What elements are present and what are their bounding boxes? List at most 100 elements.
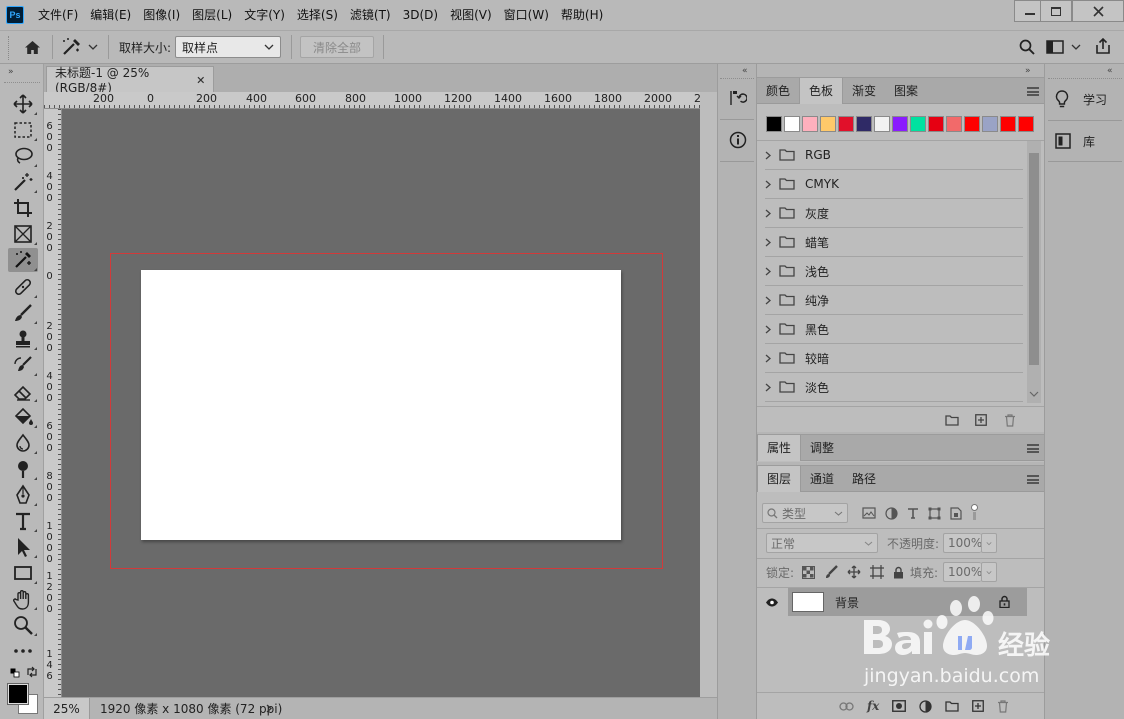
panel-tab[interactable]: 路径 bbox=[843, 466, 885, 492]
panel-grip[interactable] bbox=[1048, 78, 1122, 79]
fill-input[interactable]: 100% bbox=[943, 562, 982, 582]
menu-item[interactable]: 窗口(W) bbox=[498, 0, 555, 30]
history-brush-tool-button[interactable] bbox=[8, 353, 38, 377]
zoom-tool-button[interactable] bbox=[8, 613, 38, 637]
rectangle-tool-button[interactable] bbox=[8, 561, 38, 585]
menu-item[interactable]: 3D(D) bbox=[397, 0, 444, 30]
search-button[interactable] bbox=[1016, 36, 1038, 58]
brush-tool-button[interactable] bbox=[8, 301, 38, 325]
learn-panel-button[interactable]: 学习 bbox=[1055, 86, 1107, 112]
close-window-button[interactable] bbox=[1072, 0, 1124, 22]
chevron-right-icon[interactable] bbox=[765, 209, 775, 218]
swatches-scrollbar[interactable] bbox=[1027, 141, 1041, 403]
lock-image-pixels-icon[interactable] bbox=[824, 565, 838, 579]
delete-swatch-button[interactable] bbox=[1001, 411, 1019, 429]
opacity-dropdown[interactable] bbox=[981, 533, 997, 553]
adjustment-layer-filter-icon[interactable] bbox=[885, 506, 898, 520]
swap-colors-icon[interactable] bbox=[26, 666, 38, 678]
color-swatch[interactable] bbox=[892, 116, 908, 132]
new-adjustment-layer-icon[interactable] bbox=[919, 699, 932, 713]
expand-panels-icon[interactable]: « bbox=[742, 66, 748, 76]
menu-item[interactable]: 图层(L) bbox=[186, 0, 238, 30]
paint-bucket-tool-button[interactable] bbox=[8, 405, 38, 429]
share-button[interactable] bbox=[1092, 35, 1114, 57]
dodge-tool-button[interactable] bbox=[8, 457, 38, 481]
lock-artboard-icon[interactable] bbox=[870, 565, 884, 579]
panel-grip[interactable] bbox=[720, 78, 754, 79]
layer-effects-icon[interactable]: fx bbox=[867, 699, 879, 713]
type-layer-filter-icon[interactable] bbox=[907, 507, 919, 519]
document-tab[interactable]: 未标题-1 @ 25%(RGB/8#) bbox=[46, 66, 214, 95]
libraries-panel-button[interactable]: 库 bbox=[1055, 128, 1095, 154]
delete-layer-icon[interactable] bbox=[997, 699, 1009, 713]
layer-lock-icon[interactable] bbox=[999, 595, 1010, 608]
menu-item[interactable]: 选择(S) bbox=[291, 0, 344, 30]
blur-tool-button[interactable] bbox=[8, 431, 38, 455]
color-swatch[interactable] bbox=[802, 116, 818, 132]
panel-menu-icon[interactable] bbox=[1027, 475, 1039, 484]
panel-menu-icon[interactable] bbox=[1027, 87, 1039, 96]
panel-tab[interactable]: 渐变 bbox=[843, 78, 885, 104]
swatch-group[interactable]: 灰度 bbox=[765, 199, 1023, 228]
panel-tab[interactable]: 调整 bbox=[801, 435, 843, 461]
close-icon[interactable] bbox=[197, 76, 205, 84]
layer-visibility-toggle[interactable] bbox=[757, 588, 787, 616]
color-swatch[interactable] bbox=[766, 116, 782, 132]
panel-menu-icon[interactable] bbox=[1027, 444, 1039, 453]
swatch-group[interactable]: 淡色 bbox=[765, 373, 1023, 402]
workspace-switcher[interactable] bbox=[1046, 36, 1081, 58]
menu-item[interactable]: 图像(I) bbox=[137, 0, 186, 30]
color-swatch[interactable] bbox=[856, 116, 872, 132]
document-canvas[interactable] bbox=[141, 270, 621, 540]
status-menu-button[interactable] bbox=[266, 698, 272, 719]
swatch-group[interactable]: 较暗 bbox=[765, 344, 1023, 373]
history-panel-button[interactable] bbox=[727, 86, 749, 110]
color-swatch[interactable] bbox=[946, 116, 962, 132]
default-colors-icon[interactable] bbox=[10, 668, 20, 678]
blend-mode-select[interactable]: 正常 bbox=[766, 533, 878, 553]
stamp-tool-button[interactable] bbox=[8, 327, 38, 351]
magic-wand-tool-button[interactable] bbox=[8, 170, 38, 194]
chevron-right-icon[interactable] bbox=[765, 238, 775, 247]
fill-dropdown[interactable] bbox=[981, 562, 997, 582]
swatch-group[interactable]: 蜡笔 bbox=[765, 228, 1023, 257]
swatch-group[interactable]: 纯净 bbox=[765, 286, 1023, 315]
path-selection-tool-button[interactable] bbox=[8, 535, 38, 559]
color-swatch[interactable] bbox=[1018, 116, 1034, 132]
scrollbar-thumb[interactable] bbox=[1029, 153, 1039, 365]
color-swatch[interactable] bbox=[964, 116, 980, 132]
menu-item[interactable]: 文件(F) bbox=[32, 0, 84, 30]
tool-preset-picker[interactable] bbox=[60, 35, 98, 59]
canvas-area[interactable] bbox=[62, 109, 700, 697]
move-tool-button[interactable] bbox=[8, 92, 38, 116]
color-swatch[interactable] bbox=[784, 116, 800, 132]
zoom-field[interactable]: 25% bbox=[44, 698, 90, 719]
pen-tool-button[interactable] bbox=[8, 483, 38, 507]
home-button[interactable] bbox=[20, 35, 44, 59]
opacity-input[interactable]: 100% bbox=[943, 533, 982, 553]
link-layers-icon[interactable] bbox=[839, 701, 854, 711]
foreground-color-swatch[interactable] bbox=[7, 683, 29, 705]
scroll-down-icon[interactable] bbox=[1029, 391, 1039, 397]
swatch-group[interactable]: CMYK bbox=[765, 170, 1023, 199]
layer-filter-select[interactable]: 类型 bbox=[762, 503, 848, 523]
layer-row[interactable]: 背景 bbox=[757, 588, 1027, 616]
chevron-right-icon[interactable] bbox=[765, 354, 775, 363]
menu-item[interactable]: 文字(Y) bbox=[238, 0, 291, 30]
color-swatch[interactable] bbox=[820, 116, 836, 132]
color-swatch[interactable] bbox=[874, 116, 890, 132]
new-group-button[interactable] bbox=[943, 411, 961, 429]
add-mask-icon[interactable] bbox=[892, 700, 907, 712]
more-tools-button[interactable] bbox=[8, 639, 38, 663]
color-swatch[interactable] bbox=[1000, 116, 1016, 132]
panel-tab[interactable]: 色板 bbox=[799, 77, 844, 104]
swatch-group[interactable]: 浅色 bbox=[765, 257, 1023, 286]
collapse-panels-icon[interactable]: » bbox=[1025, 66, 1031, 76]
filter-toggle-icon[interactable] bbox=[971, 504, 978, 522]
eraser-tool-button[interactable] bbox=[8, 379, 38, 403]
swatch-group[interactable]: 黑色 bbox=[765, 315, 1023, 344]
sample-size-select[interactable]: 取样点 bbox=[175, 36, 281, 58]
layer-name[interactable]: 背景 bbox=[835, 594, 859, 611]
toolbar-grip[interactable] bbox=[4, 82, 40, 83]
maximize-button[interactable] bbox=[1040, 0, 1072, 22]
